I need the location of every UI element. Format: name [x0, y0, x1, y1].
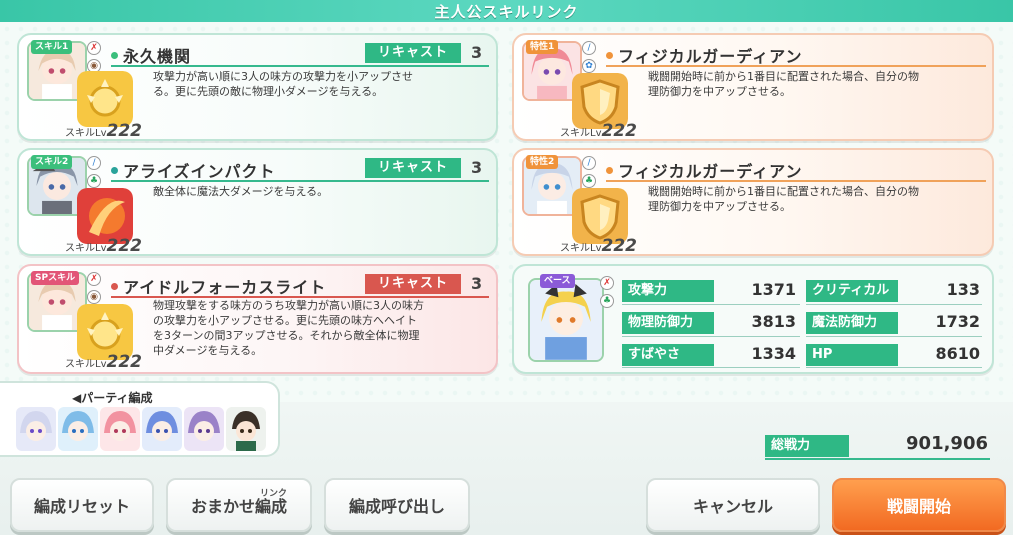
party-member-2[interactable]: [58, 407, 98, 451]
sword-icon: ✗: [87, 41, 101, 55]
sun-skill-icon: [77, 71, 133, 127]
trait-name: フィジカルガーディアン: [606, 158, 802, 182]
recast-count: 3: [471, 158, 483, 177]
stat-divider: [806, 367, 982, 368]
sword-icon: ✗: [87, 272, 101, 286]
skill-level: スキルLv222: [65, 236, 142, 256]
skill-underline: [111, 180, 489, 182]
stat-value: 3813: [751, 312, 796, 331]
recast-count: 3: [471, 43, 483, 62]
stat-value: 133: [946, 280, 980, 299]
recast-count: 3: [471, 274, 483, 293]
skill-name: 永久機関: [111, 43, 191, 67]
stat-value: 1371: [751, 280, 796, 299]
trait-underline: [606, 65, 986, 67]
stat-label: 攻撃力: [622, 280, 714, 302]
skill-level: スキルLv222: [65, 352, 142, 372]
stat-value: 1732: [935, 312, 980, 331]
skill-card-1[interactable]: スキル1 ✗ ◉ スキルLv222 永久機関 リキャスト 3 攻撃力が高い順に3…: [17, 33, 498, 141]
trait-card-2[interactable]: 特性2 / ♣ スキルLv222 フィジカルガーディアン 戦闘開始時に前から1番…: [512, 148, 994, 256]
skill-name: アイドルフォーカスライト: [111, 274, 326, 298]
total-power-label: 総戦力: [765, 435, 849, 457]
stat-label: すばやさ: [622, 344, 714, 366]
skill-tag: スキル2: [31, 155, 73, 169]
stat-label: HP: [806, 344, 898, 366]
recast-badge: リキャスト: [365, 274, 461, 294]
stat-value: 1334: [751, 344, 796, 363]
skill-name: アライズインパクト: [111, 158, 276, 182]
base-character-portrait: [528, 278, 604, 362]
element-icon: ◉: [87, 290, 101, 304]
trait-card-1[interactable]: 特性1 / ✿ スキルLv222 フィジカルガーディアン 戦闘開始時に前から1番…: [512, 33, 994, 141]
skill-description: 攻撃力が高い順に3人の味方の攻撃力を小アップさせ る。更に先頭の敵に物理小ダメージ…: [153, 70, 413, 98]
recast-badge: リキャスト: [365, 158, 461, 178]
element-icon: ♣: [582, 174, 596, 188]
page-title: 主人公スキルリンク: [434, 2, 579, 21]
stat-divider: [622, 304, 800, 305]
stat-divider: [806, 304, 982, 305]
sp-skill-card[interactable]: SPスキル ✗ ◉ スキルLv222 アイドルフォーカスライト リキャスト 3 …: [17, 264, 498, 374]
wand-icon: /: [87, 156, 101, 170]
skill-level: スキルLv222: [65, 121, 142, 141]
party-member-5[interactable]: [184, 407, 224, 451]
stat-label: 魔法防御力: [806, 312, 898, 334]
stat-label: 物理防御力: [622, 312, 714, 334]
stat-divider: [622, 367, 800, 368]
skill-tag: スキル1: [31, 40, 73, 54]
wand-icon: /: [582, 41, 596, 55]
party-member-3[interactable]: [100, 407, 140, 451]
stat-divider: [806, 336, 982, 337]
element-icon: ♣: [600, 294, 614, 308]
skill-level: スキルLv222: [560, 236, 637, 256]
trait-underline: [606, 180, 986, 182]
trait-description: 戦闘開始時に前から1番目に配置された場合、自分の物 理防御力を中アップさせる。: [648, 185, 919, 213]
reset-formation-button[interactable]: 編成リセット: [10, 478, 154, 532]
sword-icon: ✗: [600, 276, 614, 290]
trait-description: 戦闘開始時に前から1番目に配置された場合、自分の物 理防御力を中アップさせる。: [648, 70, 919, 98]
start-battle-button[interactable]: 戦闘開始: [832, 478, 1006, 532]
stat-value: 8610: [935, 344, 980, 363]
stat-label: クリティカル: [806, 280, 898, 302]
trait-tag: 特性2: [526, 155, 559, 169]
party-member-6[interactable]: [226, 407, 266, 451]
skill-description: 物理攻撃をする味方のうち攻撃力が高い順に3人の味方 の攻撃力を小アップさせる。更に…: [153, 299, 424, 357]
party-member-1[interactable]: [16, 407, 56, 451]
recall-formation-button[interactable]: 編成呼び出し: [324, 478, 470, 532]
base-tag: ベース: [540, 274, 575, 288]
base-stats-card[interactable]: ベース ✗ ♣ 攻撃力 1371 クリティカル 133 物理防御力 3813 魔…: [512, 264, 994, 374]
total-power-value: 901,906: [906, 433, 988, 454]
element-icon: ✿: [582, 59, 596, 73]
wand-icon: /: [582, 156, 596, 170]
skill-underline: [111, 65, 489, 67]
skill-card-2[interactable]: スキル2 / ♣ スキルLv222 アライズインパクト リキャスト 3 敵全体に…: [17, 148, 498, 256]
party-label[interactable]: ◀パーティ編成: [72, 389, 153, 406]
total-power-underline: [765, 458, 990, 460]
skill-level: スキルLv222: [560, 121, 637, 141]
trait-tag: 特性1: [526, 40, 559, 54]
ruby-text: リンク: [260, 489, 288, 499]
element-icon: ♣: [87, 174, 101, 188]
party-member-4[interactable]: [142, 407, 182, 451]
auto-formation-button[interactable]: リンク おまかせ編成: [166, 478, 312, 532]
skill-description: 敵全体に魔法大ダメージを与える。: [153, 185, 329, 198]
recast-badge: リキャスト: [365, 43, 461, 63]
title-bar: 主人公スキルリンク: [0, 0, 1013, 22]
cancel-button[interactable]: キャンセル: [646, 478, 820, 532]
trait-name: フィジカルガーディアン: [606, 43, 802, 67]
skill-tag: SPスキル: [31, 271, 80, 285]
stat-divider: [622, 336, 800, 337]
party-panel[interactable]: ◀パーティ編成: [0, 381, 280, 457]
